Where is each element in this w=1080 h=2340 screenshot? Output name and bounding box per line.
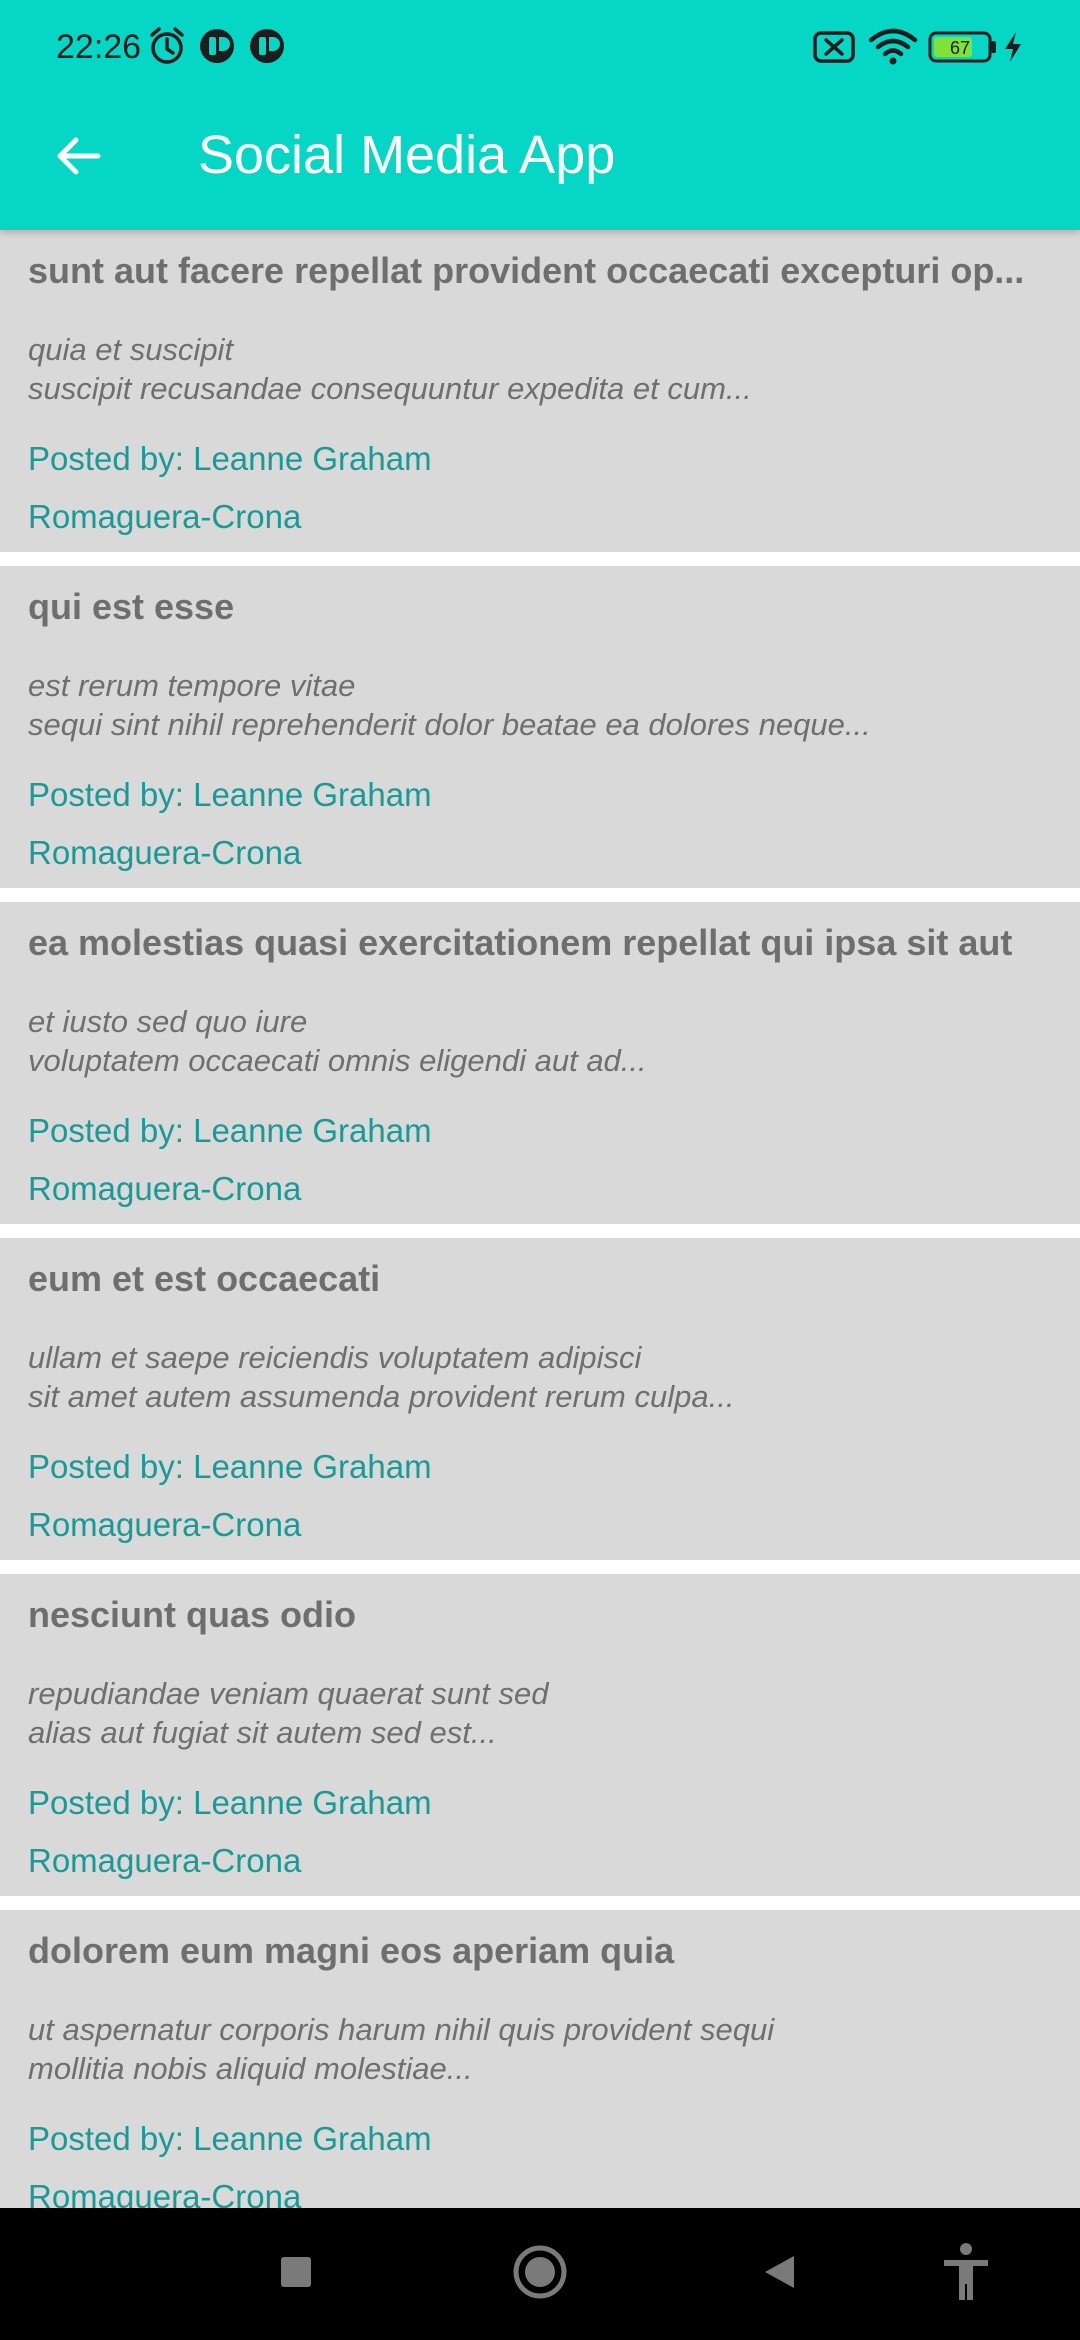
- post-title: nesciunt quas odio: [28, 1594, 357, 1635]
- post-title: eum et est occaecati: [28, 1258, 381, 1299]
- navigation-bar: [0, 2208, 1080, 2340]
- accessibility-icon: [940, 2242, 992, 2307]
- post-card[interactable]: ea molestias quasi exercitationem repell…: [0, 902, 1080, 1224]
- post-author: Posted by: Leanne Graham: [28, 1448, 432, 1485]
- status-time: 22:26: [56, 28, 142, 66]
- post-title: sunt aut facere repellat provident occae…: [28, 250, 1025, 291]
- post-company: Romaguera-Crona: [28, 2178, 302, 2208]
- sim-off-icon: [812, 30, 856, 69]
- post-title: dolorem eum magni eos aperiam quia: [28, 1930, 675, 1971]
- home-button[interactable]: [504, 2238, 576, 2310]
- post-company: Romaguera-Crona: [28, 1842, 302, 1879]
- accessibility-button[interactable]: [930, 2238, 1002, 2310]
- post-body: repudiandae veniam quaerat sunt sed alia…: [28, 1676, 549, 1750]
- post-list[interactable]: sunt aut facere repellat provident occae…: [0, 230, 1080, 2208]
- post-author: Posted by: Leanne Graham: [28, 1784, 432, 1821]
- app-notification-icon: [248, 26, 286, 71]
- post-author: Posted by: Leanne Graham: [28, 776, 432, 813]
- back-button[interactable]: [40, 120, 116, 196]
- battery-icon: 67: [928, 30, 998, 69]
- status-bar: 22:26 67: [0, 0, 1080, 94]
- post-author: Posted by: Leanne Graham: [28, 1112, 432, 1149]
- alarm-icon: [148, 26, 186, 71]
- post-title: qui est esse: [28, 586, 235, 627]
- post-card[interactable]: nesciunt quas odio repudiandae veniam qu…: [0, 1574, 1080, 1896]
- charging-icon: [1002, 30, 1024, 69]
- post-company: Romaguera-Crona: [28, 1170, 302, 1207]
- post-body: quia et suscipit suscipit recusandae con…: [28, 332, 752, 406]
- battery-level: 67: [950, 38, 970, 58]
- post-card[interactable]: qui est esse est rerum tempore vitae seq…: [0, 566, 1080, 888]
- post-author: Posted by: Leanne Graham: [28, 2120, 432, 2157]
- page-title: Social Media App: [198, 125, 616, 185]
- post-company: Romaguera-Crona: [28, 834, 302, 871]
- post-company: Romaguera-Crona: [28, 498, 302, 535]
- app-notification-icon: [198, 26, 236, 71]
- recent-apps-icon: [278, 2254, 314, 2295]
- post-company: Romaguera-Crona: [28, 1506, 302, 1543]
- arrow-left-icon: [54, 132, 102, 185]
- post-title: ea molestias quasi exercitationem repell…: [28, 922, 1013, 963]
- app-bar: Social Media App: [0, 94, 1080, 230]
- post-card[interactable]: sunt aut facere repellat provident occae…: [0, 230, 1080, 552]
- post-body: et iusto sed quo iure voluptatem occaeca…: [28, 1004, 647, 1078]
- back-icon: [760, 2252, 800, 2297]
- screen: 22:26 67 Social Media App sunt aut facer…: [0, 0, 1080, 2340]
- post-author: Posted by: Leanne Graham: [28, 440, 432, 477]
- back-nav-button[interactable]: [744, 2238, 816, 2310]
- top-bar: 22:26 67 Social Media App: [0, 0, 1080, 230]
- post-body: ullam et saepe reiciendis voluptatem adi…: [28, 1340, 735, 1414]
- recent-apps-button[interactable]: [260, 2238, 332, 2310]
- home-icon: [512, 2244, 568, 2305]
- post-card[interactable]: dolorem eum magni eos aperiam quia ut as…: [0, 1910, 1080, 2208]
- post-body: ut aspernatur corporis harum nihil quis …: [28, 2012, 775, 2086]
- post-body: est rerum tempore vitae sequi sint nihil…: [28, 668, 871, 742]
- wifi-icon: [868, 28, 918, 71]
- post-card[interactable]: eum et est occaecati ullam et saepe reic…: [0, 1238, 1080, 1560]
